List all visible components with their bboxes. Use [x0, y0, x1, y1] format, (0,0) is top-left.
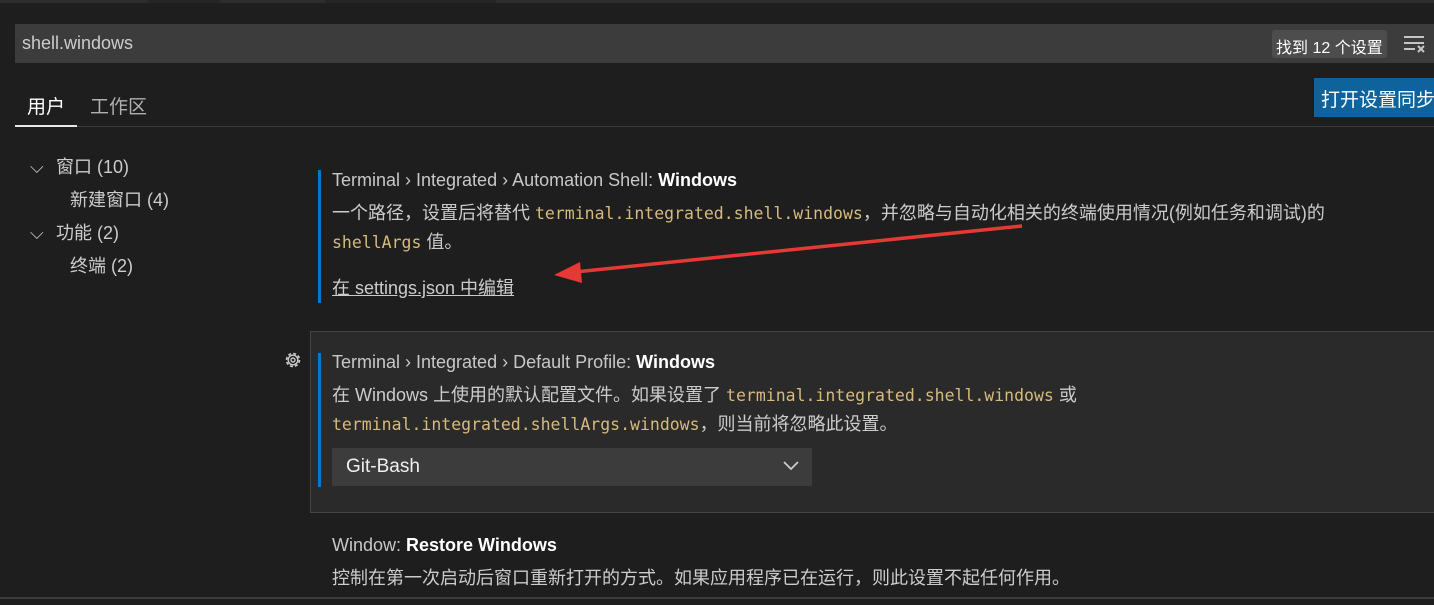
arrow-head	[554, 262, 582, 283]
annotation-arrow	[554, 224, 1023, 283]
